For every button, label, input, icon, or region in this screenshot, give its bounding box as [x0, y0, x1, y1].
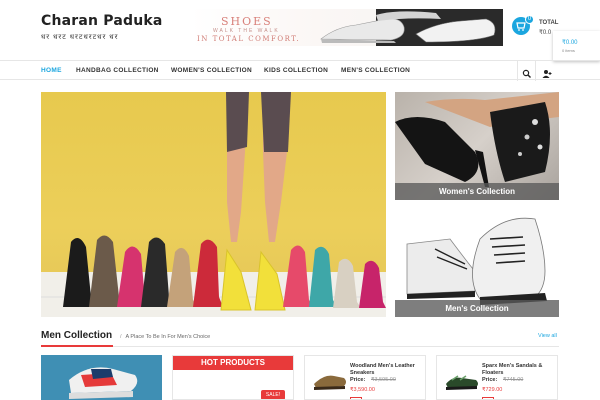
product-thumbnail [314, 375, 346, 390]
cart-total-value: ₹0.0 [539, 30, 552, 36]
product-name[interactable]: Sparx Men's Sandals & Floaters [482, 363, 556, 377]
mens-collection-caption[interactable]: Men's Collection [395, 300, 559, 317]
cart-dropdown-price: ₹0.00 [562, 40, 578, 46]
banner-title: SHOES [221, 15, 273, 28]
banner-line-1: WALK THE WALK [213, 28, 280, 34]
section-title: Men Collection [41, 330, 113, 341]
banner-line-2: IN TOTAL COMFORT. [197, 35, 301, 43]
hot-products-panel: HOT PRODUCTS SALE! [172, 355, 294, 400]
hot-products-title: HOT PRODUCTS [173, 356, 293, 370]
sale-badge: SALE! [261, 390, 285, 399]
search-icon[interactable] [522, 66, 532, 78]
nav-item-womens-collection[interactable]: WOMEN'S COLLECTION [171, 67, 252, 74]
sneaker-image [41, 355, 162, 400]
main-nav: HOME HANDBAG COLLECTION WOMEN'S COLLECTI… [0, 60, 600, 81]
featured-product-image[interactable] [41, 355, 162, 400]
cart-dropdown-items: 0 items [562, 48, 575, 53]
shoes-lineup-image [41, 92, 386, 317]
product-card[interactable]: Sparx Men's Sandals & Floaters Price: ₹7… [436, 355, 558, 400]
price-label: Price: [350, 377, 366, 383]
view-all-link[interactable]: View all [538, 333, 557, 339]
cart-total-label: TOTAL [539, 20, 559, 26]
sale-price: ₹729.00 [482, 387, 503, 393]
nav-divider [535, 61, 536, 81]
banner-shoe-image [320, 9, 503, 46]
brand[interactable]: Charan Paduka धर धरट धरटधरटधर धर [41, 13, 163, 42]
section-subtitle: A Place To Be In For Men's Choice [120, 334, 211, 340]
site-tagline: धर धरट धरटधरटधर धर [41, 34, 119, 41]
site-header: Charan Paduka धर धरट धरटधरटधर धर SHOES W… [0, 0, 600, 60]
nav-divider [517, 61, 518, 81]
old-price: ₹745.00 [503, 377, 524, 383]
product-name[interactable]: Woodland Men's Leather Sneakers [350, 363, 424, 377]
nav-item-handbag-collection[interactable]: HANDBAG COLLECTION [76, 67, 159, 74]
header-banner[interactable]: SHOES WALK THE WALK IN TOTAL COMFORT. [191, 9, 503, 46]
cart-count-badge: 0 [525, 15, 534, 24]
price-label: Price: [482, 377, 498, 383]
site-title[interactable]: Charan Paduka [41, 13, 163, 29]
cart-dropdown[interactable]: ₹0.00 0 items [553, 31, 600, 61]
hero-main-image[interactable] [41, 92, 386, 317]
user-add-icon[interactable] [542, 66, 552, 78]
nav-item-kids-collection[interactable]: KIDS COLLECTION [264, 67, 328, 74]
section-divider [41, 346, 559, 347]
old-price: ₹3,595.00 [371, 377, 396, 383]
nav-item-home[interactable]: HOME [41, 67, 62, 74]
section-title-underline [41, 345, 113, 347]
nav-item-mens-collection[interactable]: MEN'S COLLECTION [341, 67, 410, 74]
womens-collection-caption[interactable]: Women's Collection [395, 183, 559, 200]
product-thumbnail [446, 375, 478, 390]
mens-collection-banner[interactable]: Men's Collection [395, 209, 559, 317]
product-card[interactable]: Woodland Men's Leather Sneakers Price: ₹… [304, 355, 426, 400]
womens-collection-banner[interactable]: Women's Collection [395, 92, 559, 200]
sale-price: ₹3,590.00 [350, 387, 375, 393]
